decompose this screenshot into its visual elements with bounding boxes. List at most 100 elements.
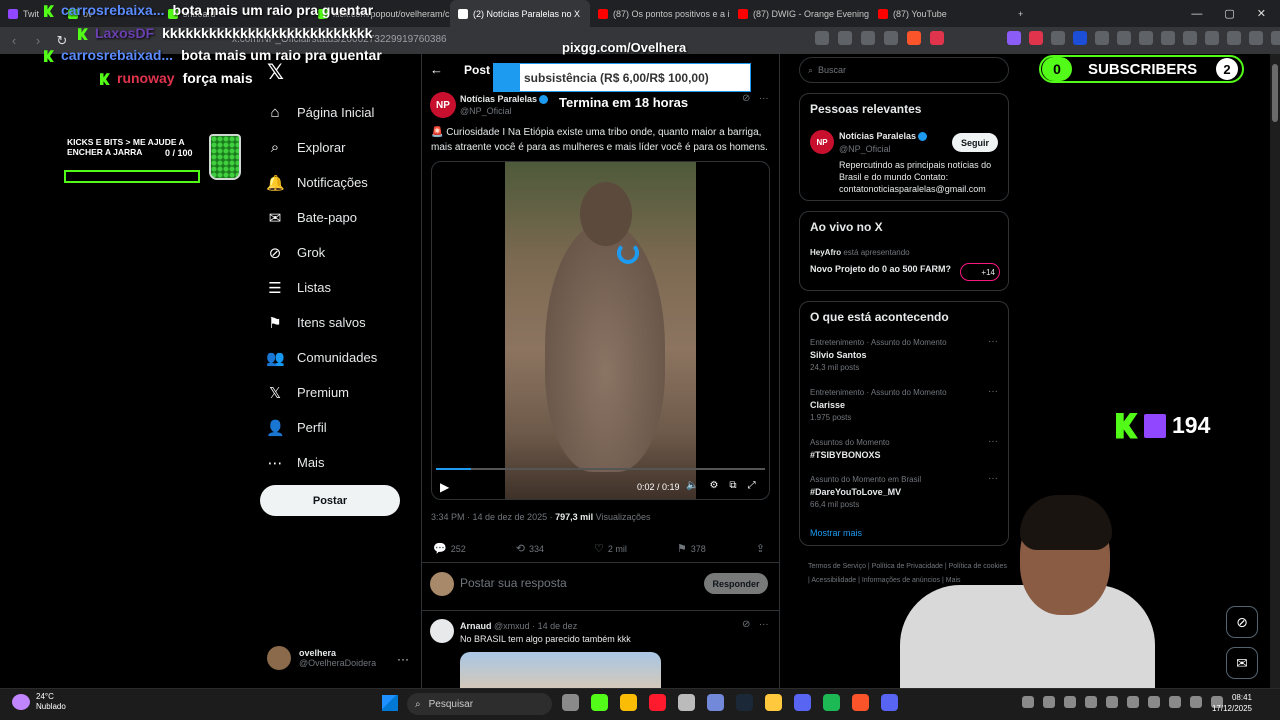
close-window-icon[interactable]: ✕: [1257, 7, 1266, 20]
post-author[interactable]: Notícias Paralelas: [460, 94, 549, 105]
nav-item[interactable]: 🔔 Notificações: [266, 165, 377, 200]
author-avatar[interactable]: NP: [430, 92, 456, 118]
nav-item[interactable]: 👥 Comunidades: [266, 340, 377, 375]
taskbar-clock[interactable]: 08:41 17/12/2025: [1210, 692, 1252, 714]
comment-author[interactable]: Arnaud @xmxud · 14 de dez: [460, 621, 577, 631]
reply-stat[interactable]: 💬 252: [433, 542, 466, 555]
extension-icon[interactable]: [1073, 31, 1087, 45]
search-input[interactable]: ⌕ Buscar: [799, 57, 1009, 83]
grok-icon[interactable]: ⊘: [742, 93, 750, 104]
tray-app-icon[interactable]: [1085, 696, 1097, 708]
taskbar-app-icon[interactable]: [562, 694, 579, 711]
post-handle[interactable]: @NP_Oficial: [460, 106, 512, 116]
chevron-up-icon[interactable]: [1022, 696, 1034, 708]
media-icon[interactable]: [1161, 31, 1175, 45]
taskbar-app-icon[interactable]: [881, 694, 898, 711]
browser-tab[interactable]: (2) Notícias Paralelas no X✕: [450, 0, 590, 27]
settings-icon[interactable]: ⚙: [709, 480, 718, 491]
video-player[interactable]: ▶ 0:02 / 0:19 🔈 ⚙ ⧉ ⤢: [431, 161, 770, 500]
tray-app-icon[interactable]: [1106, 696, 1118, 708]
extension-icon[interactable]: [1117, 31, 1131, 45]
windows-start-icon[interactable]: [382, 695, 398, 711]
live-stream-title[interactable]: Novo Projeto do 0 ao 500 FARM?: [810, 264, 951, 274]
taskbar-app-icon[interactable]: [823, 694, 840, 711]
share-stat[interactable]: ⇪: [756, 542, 769, 555]
extension-icon[interactable]: [1029, 31, 1043, 45]
follow-button[interactable]: Seguir: [952, 133, 998, 152]
wallet-icon[interactable]: [1205, 31, 1219, 45]
back-arrow-icon[interactable]: ←: [430, 62, 443, 77]
taskbar-app-icon[interactable]: [736, 694, 753, 711]
nav-item[interactable]: ⌂ Página Inicial: [266, 95, 377, 130]
scrollbar-thumb[interactable]: [1272, 64, 1278, 122]
taskbar-search[interactable]: ⌕ Pesquisar: [407, 693, 552, 715]
back-icon[interactable]: ‹: [4, 33, 24, 48]
vpn-icon[interactable]: [1249, 31, 1263, 45]
nav-item[interactable]: 𝕏 Premium: [266, 375, 377, 410]
grok-icon[interactable]: ⊘: [742, 619, 750, 630]
more-icon[interactable]: ···: [988, 336, 998, 347]
relevant-avatar[interactable]: NP: [810, 130, 834, 154]
more-icon[interactable]: ···: [759, 619, 769, 630]
install-icon[interactable]: [815, 31, 829, 45]
trend-item[interactable]: Entretenimento · Assunto do Momento Silvi…: [810, 338, 947, 372]
volume-icon[interactable]: 🔈: [686, 480, 698, 491]
trend-item[interactable]: Entretenimento · Assunto do Momento Clari…: [810, 388, 947, 422]
taskbar-app-icon[interactable]: [620, 694, 637, 711]
more-icon[interactable]: ···: [988, 386, 998, 397]
scrollbar[interactable]: [1270, 54, 1280, 688]
tray-app-icon[interactable]: [1064, 696, 1076, 708]
brave-rewards-icon[interactable]: [930, 31, 944, 45]
taskbar-app-icon[interactable]: [591, 694, 608, 711]
taskbar-app-icon[interactable]: [707, 694, 724, 711]
bookmark-icon[interactable]: [884, 31, 898, 45]
network-icon[interactable]: [1169, 696, 1181, 708]
comment-image[interactable]: [460, 652, 661, 692]
repost-stat[interactable]: ⟲ 334: [516, 542, 544, 555]
taskbar-app-icon[interactable]: [852, 694, 869, 711]
grok-fab-icon[interactable]: ⊘: [1226, 606, 1258, 638]
browser-tab[interactable]: (87) Os pontos positivos e a in: [590, 0, 730, 27]
post-button[interactable]: Postar: [260, 485, 400, 516]
reply-input[interactable]: Postar sua resposta: [460, 576, 567, 590]
fullscreen-icon[interactable]: ⤢: [748, 480, 756, 491]
nav-item[interactable]: ⊘ Grok: [266, 235, 377, 270]
play-icon[interactable]: ▶: [440, 480, 449, 494]
maximize-icon[interactable]: ▢: [1224, 7, 1234, 20]
video-progress-bar[interactable]: [436, 468, 765, 470]
browser-tab[interactable]: (87) DWIG - Orange Evening //: [730, 0, 870, 27]
tray-app-icon[interactable]: [1127, 696, 1139, 708]
reply-button[interactable]: Responder: [704, 573, 768, 594]
menu-icon[interactable]: [1271, 31, 1280, 45]
bookmark-stat[interactable]: ⚑ 378: [677, 542, 706, 555]
nav-item[interactable]: ☰ Listas: [266, 270, 377, 305]
extension-icon[interactable]: [1007, 31, 1021, 45]
pip-icon[interactable]: ⧉: [729, 480, 736, 491]
nav-item[interactable]: 👤 Perfil: [266, 410, 377, 445]
live-host[interactable]: HeyAfro está apresentando: [810, 248, 910, 257]
zoom-icon[interactable]: [838, 31, 852, 45]
taskbar-app-icon[interactable]: [678, 694, 695, 711]
microphone-icon[interactable]: [1148, 696, 1160, 708]
comment-avatar[interactable]: [430, 619, 454, 643]
taskbar-app-icon[interactable]: [765, 694, 782, 711]
nav-item[interactable]: ✉ Bate-papo: [266, 200, 377, 235]
extension-icon[interactable]: [1139, 31, 1153, 45]
sidebar-icon[interactable]: [1183, 31, 1197, 45]
nav-item[interactable]: ⌕ Explorar: [266, 130, 377, 165]
account-switcher[interactable]: ovelhera @OvelheraDoidera: [267, 646, 376, 670]
extension-icon[interactable]: [1095, 31, 1109, 45]
brave-shield-icon[interactable]: [907, 31, 921, 45]
more-icon[interactable]: ···: [988, 436, 998, 447]
new-tab-icon[interactable]: +: [1010, 0, 1031, 27]
taskbar-app-icon[interactable]: [794, 694, 811, 711]
account-more-icon[interactable]: ···: [397, 652, 409, 666]
relevant-name[interactable]: Notícias Paralelas: [839, 131, 928, 142]
leo-icon[interactable]: [1227, 31, 1241, 45]
volume-icon[interactable]: [1190, 696, 1202, 708]
nav-item[interactable]: ⋯ Mais: [266, 445, 377, 480]
minimize-icon[interactable]: —: [1191, 8, 1202, 20]
messages-fab-icon[interactable]: ✉: [1226, 647, 1258, 679]
live-listeners-badge[interactable]: +14: [960, 263, 1000, 281]
like-stat[interactable]: ♡ 2 mil: [594, 542, 627, 555]
